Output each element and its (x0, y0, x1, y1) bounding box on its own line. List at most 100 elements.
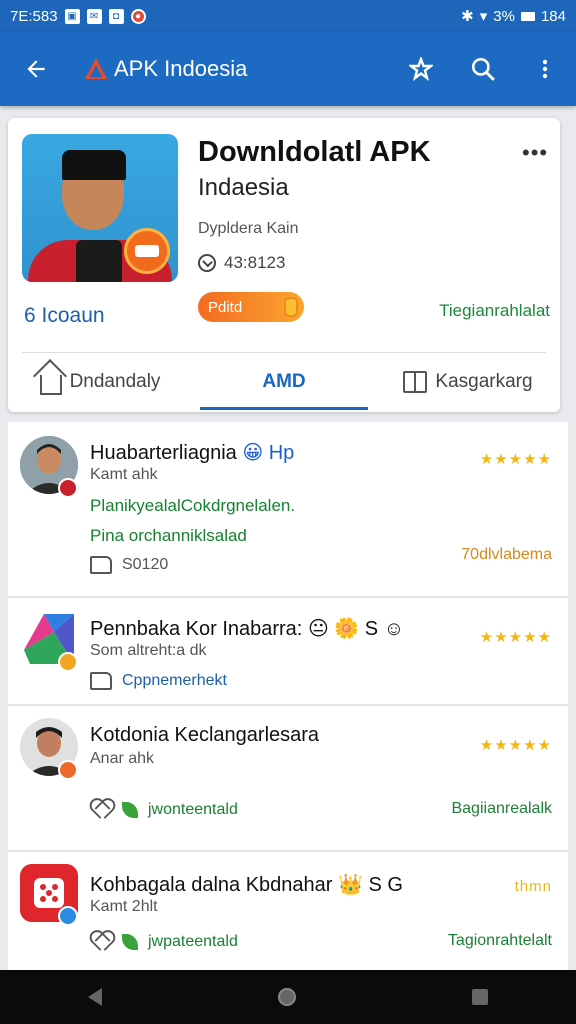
card-more-button[interactable]: ••• (522, 140, 548, 166)
star-rating: ★★★★★ (479, 629, 552, 646)
item-title-text: Huabarterliagnia (90, 442, 237, 464)
list-item[interactable]: Kohbagala dalna Kbdnahar 👑 S G Kamt 2hlt… (8, 852, 568, 970)
wifi-icon: ▾ (479, 8, 488, 25)
tab-active[interactable]: AMD (192, 354, 376, 410)
leaf-icon (122, 934, 138, 950)
nav-recents-icon[interactable] (472, 989, 488, 1005)
list-item[interactable]: Pennbaka Kor Inabarra: 😐 🌼 S ☺ Som altre… (8, 598, 568, 706)
item-title: Pennbaka Kor Inabarra: 😐 🌼 S ☺ (90, 616, 404, 641)
item-title-extra: 😐 🌼 S ☺ (307, 618, 405, 640)
developer-name: Dypldera Kain (198, 220, 299, 237)
category-link[interactable]: Tiegianrahlalat (439, 301, 550, 321)
item-tagline: Pina orchanniklsalad (90, 526, 247, 545)
like-count: S0120 (122, 556, 169, 573)
app-icon (22, 134, 178, 282)
downloads-row: 43:8123 (198, 253, 285, 273)
item-subtitle: Som altreht:a dk (90, 642, 207, 659)
tab-active-label: AMD (262, 371, 306, 392)
app-notification-icon: ◘ (108, 8, 124, 24)
install-pill-icon (284, 297, 298, 317)
nav-back-icon[interactable] (88, 988, 102, 1006)
overflow-menu-button[interactable] (514, 32, 576, 106)
item-action-link: jwpateentald (148, 933, 238, 950)
tab-more[interactable]: Kasgarkarg (376, 354, 560, 410)
tab-more-label: Kasgarkarg (435, 371, 533, 392)
verified-badge-icon (58, 760, 78, 780)
like-row[interactable]: jwonteentald (90, 800, 238, 820)
more-vert-icon (542, 59, 548, 79)
thumb-up-icon (90, 672, 112, 690)
item-right-text[interactable]: Bagiianrealalk (451, 800, 552, 818)
leaf-icon (122, 802, 138, 818)
item-action-link: jwonteentald (148, 801, 238, 818)
search-button[interactable] (452, 32, 514, 106)
favorite-button[interactable] (390, 32, 452, 106)
item-right-text[interactable]: 70dlvlabema (461, 546, 552, 564)
verified-badge-icon (58, 652, 78, 672)
status-right: ✱ ▾ 3% 184 (461, 7, 566, 26)
item-subtitle: Kamt 2hlt (90, 898, 158, 915)
apk-logo-icon (84, 57, 108, 81)
app-bar: APK Indoesia (0, 32, 576, 106)
tab-details-label: Dndandaly (69, 371, 161, 392)
status-time: 7E:583 (10, 7, 58, 25)
star-rating: ★★★★★ (479, 451, 552, 468)
list-item[interactable]: Huabarterliagnia 😀 Hp Kamt ahk ★★★★★ Pla… (8, 422, 568, 598)
star-rating: thmn (514, 878, 552, 895)
status-bar: 7E:583 ▣ ✉ ◘ ● ✱ ▾ 3% 184 (0, 0, 576, 32)
check-circle-icon (198, 254, 216, 272)
install-button[interactable]: Pditd (198, 292, 304, 322)
item-title-text: Kohbagala dalna Kbdnahar (90, 874, 333, 896)
app-detail-card: Downldolatl APK Indaesia ••• Dypldera Ka… (8, 118, 560, 412)
item-title-extra: 👑 S G (338, 874, 403, 896)
item-description: PlanikyealalCokdrgnelalen. (90, 496, 296, 515)
item-title-extra: 😀 Hp (242, 442, 295, 464)
list-item[interactable]: Kotdonia Keclangarlesara Anar ahk ★★★★★ … (8, 706, 568, 852)
item-subtitle: Anar ahk (90, 750, 155, 767)
app-name: Downldolatl APK (198, 136, 431, 168)
search-icon (471, 57, 495, 81)
star-rating: ★★★★★ (479, 737, 552, 754)
app-title: APK Indoesia (114, 56, 248, 81)
app-icon-badge (124, 228, 170, 274)
item-title: Huabarterliagnia 😀 Hp (90, 440, 294, 465)
status-clock: 184 (540, 7, 566, 25)
battery-icon (520, 11, 535, 21)
bluetooth-icon: ✱ (461, 8, 474, 25)
heart-icon (90, 800, 112, 820)
book-icon (403, 371, 428, 393)
status-left: 7E:583 ▣ ✉ ◘ ● (10, 8, 146, 25)
mail-notification-icon: ✉ (86, 8, 102, 24)
like-row[interactable]: S0120 (90, 556, 168, 574)
item-right-text[interactable]: Tagionrahtelalt (448, 932, 552, 950)
rating-label: 6 Icoaun (24, 304, 105, 327)
item-title: Kohbagala dalna Kbdnahar 👑 S G (90, 872, 403, 897)
record-notification-icon: ● (130, 8, 146, 24)
tab-details[interactable]: Dndandaly (8, 354, 192, 410)
item-action-link: Cppnemerhekt (122, 672, 227, 689)
install-label: Pditd (208, 298, 243, 316)
nav-home-icon[interactable] (278, 988, 296, 1006)
battery-text: 3% (493, 7, 515, 25)
like-row[interactable]: jwpateentald (90, 932, 238, 952)
back-button[interactable] (0, 32, 72, 106)
thumb-up-icon (90, 556, 112, 574)
star-icon (409, 57, 433, 81)
more-horiz-icon: ••• (522, 140, 549, 165)
home-icon (39, 375, 62, 395)
link-row[interactable]: Cppnemerhekt (90, 672, 227, 690)
downloads-count: 43:8123 (224, 253, 286, 272)
item-title-text: Pennbaka Kor Inabarra: (90, 618, 303, 640)
gallery-notification-icon: ▣ (64, 8, 80, 24)
tab-bar: Dndandaly AMD Kasgarkarg (8, 354, 560, 410)
verified-badge-icon (58, 906, 78, 926)
system-nav-bar (0, 970, 576, 1024)
app-subtitle: Indaesia (198, 174, 289, 201)
heart-icon (90, 932, 112, 952)
app-bar-actions (390, 32, 576, 106)
app-icon-shirt (76, 240, 122, 282)
verified-badge-icon (58, 478, 78, 498)
app-icon-cap (62, 150, 126, 180)
card-divider (22, 352, 546, 353)
item-title: Kotdonia Keclangarlesara (90, 724, 320, 746)
